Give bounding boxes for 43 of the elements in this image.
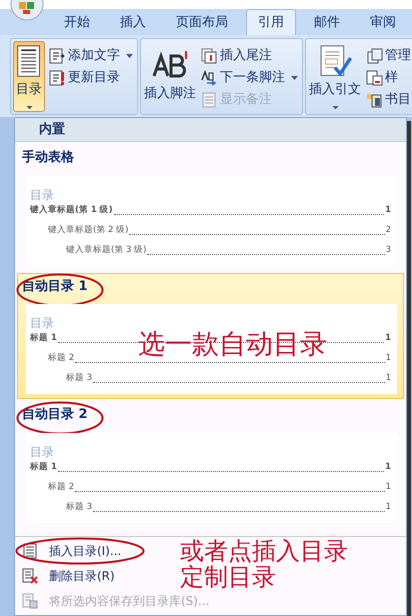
ribbon-button[interactable]: 管理 xyxy=(364,45,412,67)
gallery-item[interactable]: 手动表格 目录 键入章标题(第 1 级) 1 键入章标题(第 2 级) 2 键入章标题(第 3 级) 3 xyxy=(17,144,404,270)
document-list-icon xyxy=(22,543,38,559)
annotation-text: 定制目录 xyxy=(180,564,276,590)
toc-entry: 键入章标题(第 2 级) 2 xyxy=(47,224,391,237)
ribbon-tab[interactable]: 引用 xyxy=(246,9,296,35)
ribbon-button[interactable]: 目录 xyxy=(13,41,45,112)
footnote-icon xyxy=(150,50,190,80)
books-icon xyxy=(366,92,384,108)
ribbon-tab[interactable]: 插入 xyxy=(108,9,158,35)
document-exclamation-icon xyxy=(49,70,65,86)
documents-icon xyxy=(366,48,384,64)
toc-entry: 键入章标题(第 3 级) 3 xyxy=(65,244,391,257)
next-footnote-icon xyxy=(201,70,217,86)
ribbon-button[interactable]: 插入引文 xyxy=(308,41,362,112)
ribbon-button[interactable]: 样 xyxy=(364,67,412,89)
ribbon-button[interactable]: 插入尾注 xyxy=(199,45,300,67)
toc-preview-title: 目录 xyxy=(30,444,55,458)
toc-preview-title: 目录 xyxy=(30,316,55,330)
ribbon-button[interactable]: 添加文字 xyxy=(47,45,135,67)
toc-entry: 标题 3 1 xyxy=(65,500,391,514)
gallery-header: 内置 xyxy=(15,118,406,142)
ribbon-tab[interactable]: 开始 xyxy=(52,9,102,35)
delete-document-icon xyxy=(22,568,38,584)
ribbon-button[interactable]: 更新目录 xyxy=(47,67,135,89)
toc-preview-title: 目录 xyxy=(30,188,55,202)
endnote-icon xyxy=(201,48,217,64)
menu-item[interactable]: 删除目录(R) xyxy=(45,567,115,585)
ribbon-button[interactable]: 下一条脚注 xyxy=(199,67,300,89)
toc-entry: 键入章标题(第 1 级) 1 xyxy=(30,204,391,217)
save-document-icon xyxy=(22,593,38,609)
ribbon-button[interactable]: 插入脚注 xyxy=(143,41,197,112)
ribbon-tab[interactable]: 审阅 xyxy=(358,9,408,35)
toc-entry: 标题 2 1 xyxy=(47,480,391,494)
annotation-text: 或者点插入目录 xyxy=(180,538,348,564)
ribbon-button[interactable]: 书目 xyxy=(364,89,412,111)
toc-entry: 标题 1 1 xyxy=(30,460,391,474)
style-icon xyxy=(366,70,384,86)
ribbon-tab[interactable]: 邮件 xyxy=(302,9,352,35)
gallery-item-title: 手动表格 xyxy=(22,150,74,165)
ribbon-tab[interactable]: 页面布局 xyxy=(164,9,240,35)
toc-entry: 标题 3 1 xyxy=(65,372,391,386)
notes-icon xyxy=(201,92,217,108)
